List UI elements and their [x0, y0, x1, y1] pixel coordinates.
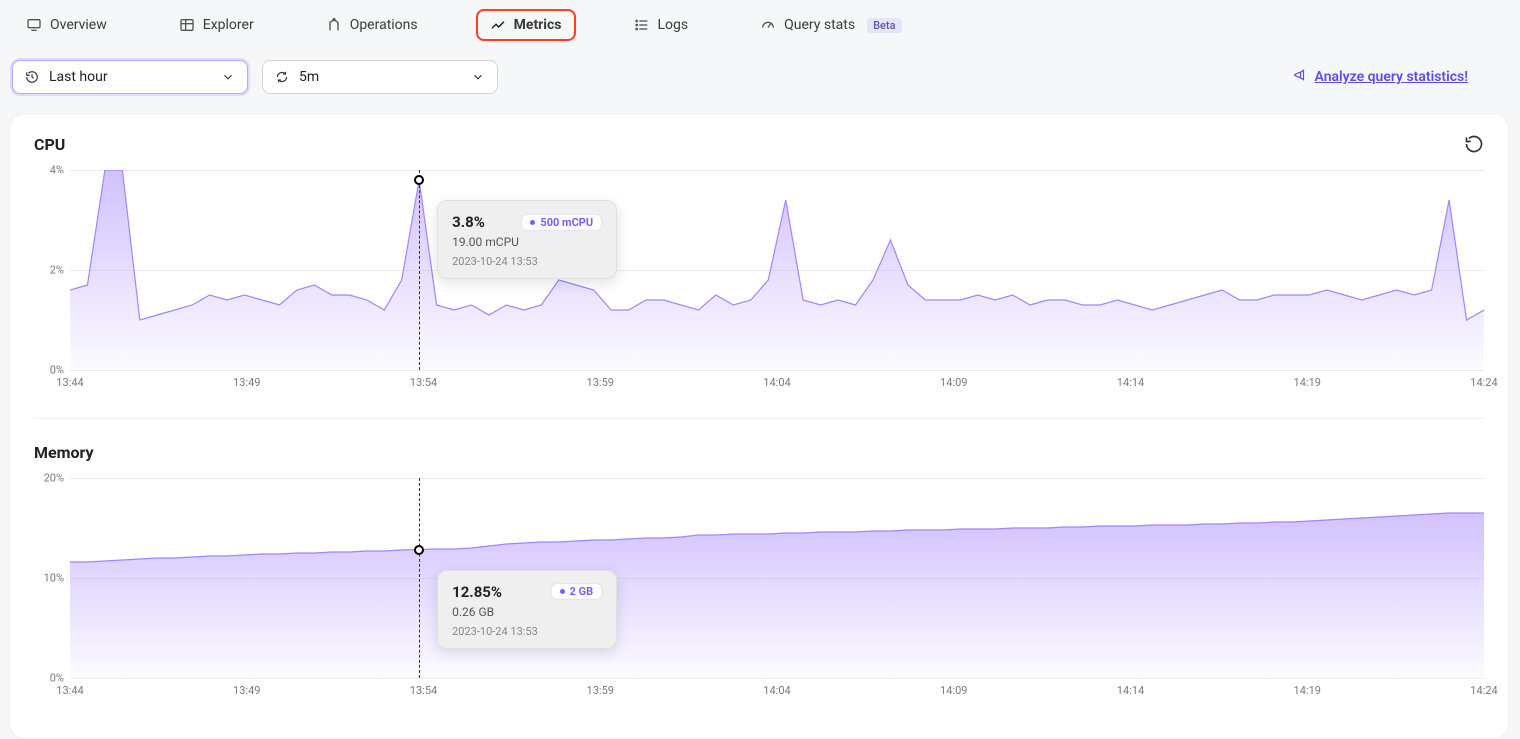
- tab-label: Explorer: [203, 17, 254, 33]
- memory-tooltip: 12.85% 2 GB 0.26 GB 2023-10-24 13:53: [437, 570, 617, 649]
- tab-label: Query stats: [784, 17, 855, 33]
- x-tick: 14:19: [1294, 376, 1321, 389]
- table-icon: [179, 17, 195, 33]
- chevron-down-icon: [471, 70, 485, 84]
- x-tick: 14:14: [1117, 376, 1144, 389]
- x-tick: 13:49: [233, 376, 260, 389]
- hover-guide: [419, 478, 420, 678]
- tooltip-chip: 2 GB: [551, 583, 603, 600]
- tooltip-chip-label: 500 mCPU: [540, 216, 593, 229]
- x-tick: 13:59: [587, 684, 614, 697]
- megaphone-icon: [1293, 68, 1307, 86]
- hover-point: [414, 175, 424, 185]
- x-tick: 13:54: [410, 684, 437, 697]
- memory-plot[interactable]: 20% 10% 0% 12.85% 2 GB 0.26 GB 2023-10-2…: [70, 478, 1484, 678]
- hover-point: [414, 545, 424, 555]
- tab-querystats[interactable]: Query stats Beta: [746, 9, 915, 41]
- chart-icon: [490, 17, 506, 33]
- series-color-dot: [530, 220, 535, 225]
- chevron-down-icon: [221, 70, 235, 84]
- x-tick: 14:14: [1117, 684, 1144, 697]
- filter-row: Last hour 5m Analyze query statistics!: [0, 42, 1520, 94]
- reload-button[interactable]: [1464, 134, 1484, 154]
- y-tick: 0%: [34, 364, 64, 377]
- tab-explorer[interactable]: Explorer: [165, 9, 268, 41]
- y-tick: 20%: [34, 472, 64, 485]
- list-icon: [634, 17, 650, 33]
- tooltip-chip-label: 2 GB: [570, 585, 594, 598]
- x-tick: 13:44: [56, 376, 83, 389]
- x-tick: 14:24: [1470, 684, 1497, 697]
- x-tick: 13:49: [233, 684, 260, 697]
- x-tick: 13:44: [56, 684, 83, 697]
- gauge-icon: [760, 17, 776, 33]
- tab-label: Overview: [50, 17, 107, 33]
- hover-guide: [419, 170, 420, 370]
- analyze-link-label: Analyze query statistics!: [1315, 69, 1468, 85]
- y-tick: 10%: [34, 572, 64, 585]
- x-tick: 14:09: [940, 684, 967, 697]
- refresh-icon: [275, 70, 289, 84]
- cpu-chart: CPU 4% 2% 0% 3.8%: [34, 134, 1484, 370]
- tooltip-value: 19.00 mCPU: [452, 235, 602, 249]
- history-icon: [25, 70, 39, 84]
- tooltip-percent: 12.85%: [452, 583, 502, 601]
- section-divider: [34, 418, 1484, 419]
- x-tick: 14:04: [763, 376, 790, 389]
- tab-metrics[interactable]: Metrics: [476, 9, 576, 41]
- refresh-interval-label: 5m: [299, 69, 319, 85]
- x-tick: 14:24: [1470, 376, 1497, 389]
- metrics-card: CPU 4% 2% 0% 3.8%: [10, 114, 1508, 738]
- x-tick: 14:09: [940, 376, 967, 389]
- tab-logs[interactable]: Logs: [620, 9, 703, 41]
- tooltip-percent: 3.8%: [452, 213, 485, 231]
- tab-operations[interactable]: Operations: [312, 9, 432, 41]
- memory-chart: Memory 20% 10% 0% 12.85% 2 GB 0.26 GB: [34, 443, 1484, 678]
- refresh-interval-select[interactable]: 5m: [262, 60, 498, 94]
- y-tick: 2%: [34, 264, 64, 277]
- tab-label: Logs: [658, 17, 689, 33]
- tabs-row: Overview Explorer Operations Metrics Log…: [0, 0, 1520, 42]
- tab-label: Metrics: [514, 17, 562, 33]
- time-range-select[interactable]: Last hour: [12, 60, 248, 94]
- chart-title: Memory: [34, 443, 94, 462]
- x-tick: 13:54: [410, 376, 437, 389]
- x-tick: 14:19: [1294, 684, 1321, 697]
- x-tick: 13:59: [587, 376, 614, 389]
- y-tick: 4%: [34, 164, 64, 177]
- chart-title: CPU: [34, 135, 65, 154]
- tab-overview[interactable]: Overview: [12, 9, 121, 41]
- tooltip-timestamp: 2023-10-24 13:53: [452, 255, 602, 268]
- cpu-plot[interactable]: 4% 2% 0% 3.8% 500 mCPU 19.00 mCPU: [70, 170, 1484, 370]
- tooltip-chip: 500 mCPU: [521, 214, 602, 231]
- beta-badge: Beta: [867, 18, 901, 33]
- merge-icon: [326, 17, 342, 33]
- y-tick: 0%: [34, 672, 64, 685]
- monitor-icon: [26, 17, 42, 33]
- tab-label: Operations: [350, 17, 418, 33]
- time-range-label: Last hour: [49, 69, 108, 85]
- analyze-query-stats-link[interactable]: Analyze query statistics!: [1293, 68, 1508, 86]
- tooltip-timestamp: 2023-10-24 13:53: [452, 625, 602, 638]
- series-color-dot: [560, 589, 565, 594]
- tooltip-value: 0.26 GB: [452, 605, 602, 619]
- x-tick: 14:04: [763, 684, 790, 697]
- cpu-tooltip: 3.8% 500 mCPU 19.00 mCPU 2023-10-24 13:5…: [437, 200, 617, 279]
